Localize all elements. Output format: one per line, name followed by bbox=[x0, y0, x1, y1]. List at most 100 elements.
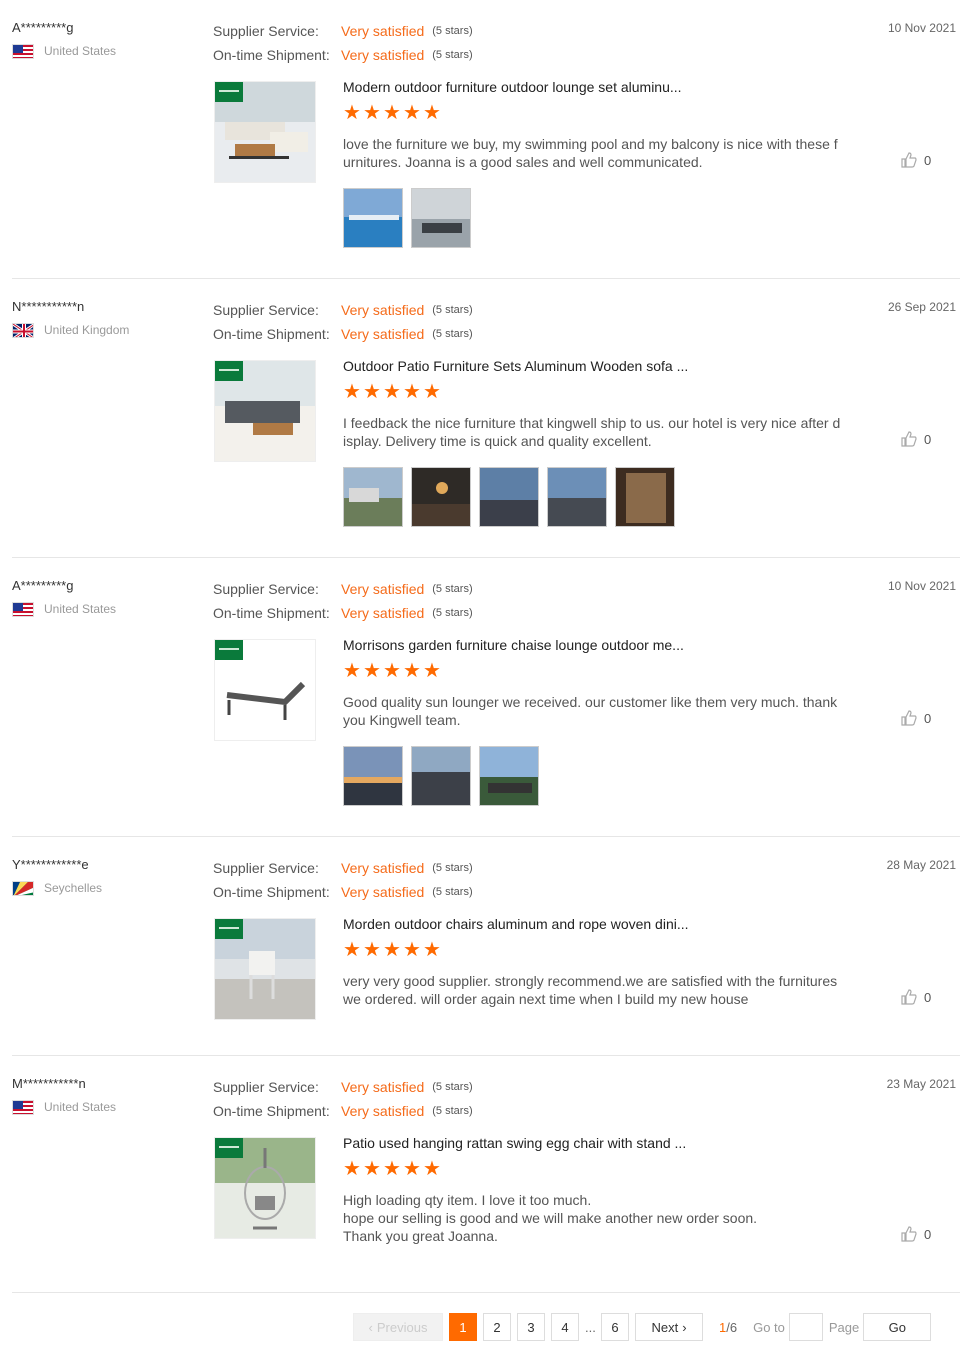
buyer-info: N***********n United Kingdom bbox=[12, 298, 192, 338]
like-count: 0 bbox=[924, 1226, 932, 1242]
star-rating: ★ ★ ★ ★ ★ bbox=[343, 1159, 843, 1181]
product-image[interactable] bbox=[214, 639, 316, 741]
buyer-country: United States bbox=[12, 1099, 192, 1115]
review-photo[interactable] bbox=[343, 188, 403, 248]
rating-value: Very satisfied bbox=[341, 1079, 425, 1095]
review-photo[interactable] bbox=[411, 467, 471, 527]
review-content: Morrisons garden furniture chaise lounge… bbox=[343, 635, 843, 729]
product-title[interactable]: Outdoor Patio Furniture Sets Aluminum Wo… bbox=[343, 356, 843, 376]
review-photo[interactable] bbox=[343, 467, 403, 527]
review-card: N***********n United Kingdom Supplier Se… bbox=[12, 298, 960, 558]
review-content: Outdoor Patio Furniture Sets Aluminum Wo… bbox=[343, 356, 843, 450]
star-icon: ★ bbox=[363, 939, 381, 961]
review-photo[interactable] bbox=[479, 746, 539, 806]
rating-label: Supplier Service: bbox=[213, 1079, 319, 1095]
product-image[interactable] bbox=[214, 360, 316, 462]
buyer-name: A*********g bbox=[12, 578, 74, 593]
review-date: 10 Nov 2021 bbox=[887, 579, 956, 593]
star-icon: ★ bbox=[363, 381, 381, 403]
ratings: Supplier Service: Very satisfied (5 star… bbox=[213, 298, 473, 346]
brand-logo bbox=[215, 1138, 243, 1158]
goto-page-input[interactable] bbox=[788, 1313, 823, 1341]
like-button[interactable]: 0 bbox=[900, 151, 931, 169]
ratings: Supplier Service: Very satisfied (5 star… bbox=[213, 19, 473, 67]
page-button-4[interactable]: 4 bbox=[551, 1313, 579, 1341]
us-flag-icon bbox=[12, 1099, 34, 1115]
product-image[interactable] bbox=[214, 81, 316, 183]
star-icon: ★ bbox=[403, 1158, 421, 1180]
product-image[interactable] bbox=[214, 1137, 316, 1239]
product-title[interactable]: Morrisons garden furniture chaise lounge… bbox=[343, 635, 843, 655]
thumbs-up-icon[interactable] bbox=[900, 151, 918, 169]
review-photo[interactable] bbox=[411, 188, 471, 248]
thumbs-up-icon[interactable] bbox=[900, 1225, 918, 1243]
country-name: Seychelles bbox=[44, 881, 103, 895]
next-label: Next bbox=[651, 1319, 679, 1335]
star-icon: ★ bbox=[403, 660, 421, 682]
thumbs-up-icon[interactable] bbox=[900, 709, 918, 727]
review-photo[interactable] bbox=[343, 746, 403, 806]
ratings: Supplier Service: Very satisfied (5 star… bbox=[213, 577, 473, 625]
page-button-3[interactable]: 3 bbox=[517, 1313, 545, 1341]
thumbs-up-icon[interactable] bbox=[900, 430, 918, 448]
rating-value: Very satisfied bbox=[341, 23, 425, 39]
rating-label: On-time Shipment: bbox=[213, 605, 330, 621]
review-photos bbox=[343, 188, 479, 248]
rating-label: Supplier Service: bbox=[213, 860, 319, 876]
star-rating: ★ ★ ★ ★ ★ bbox=[343, 940, 843, 962]
review-photo[interactable] bbox=[547, 467, 607, 527]
rating-stars-text: (5 stars) bbox=[432, 25, 473, 37]
review-comment: Good quality sun lounger we received. ou… bbox=[343, 694, 838, 728]
supplier-service-rating: Supplier Service: Very satisfied (5 star… bbox=[213, 856, 473, 880]
review-comment: love the furniture we buy, my swimming p… bbox=[343, 136, 838, 170]
like-button[interactable]: 0 bbox=[900, 430, 931, 448]
thumbs-up-icon[interactable] bbox=[900, 988, 918, 1006]
like-button[interactable]: 0 bbox=[900, 1225, 931, 1243]
previous-label: Previous bbox=[376, 1319, 428, 1335]
star-icon: ★ bbox=[403, 381, 421, 403]
buyer-name: Y************e bbox=[12, 857, 89, 872]
star-icon: ★ bbox=[343, 102, 361, 124]
star-icon: ★ bbox=[363, 102, 381, 124]
rating-label: On-time Shipment: bbox=[213, 884, 330, 900]
review-date: 10 Nov 2021 bbox=[887, 21, 956, 35]
review-card: A*********g United States Supplier Servi… bbox=[12, 19, 960, 279]
review-photo[interactable] bbox=[411, 746, 471, 806]
review-content: Modern outdoor furniture outdoor lounge … bbox=[343, 77, 843, 171]
star-icon: ★ bbox=[383, 660, 401, 682]
comment-line: High loading qty item. I love it too muc… bbox=[343, 1192, 592, 1208]
product-title[interactable]: Patio used hanging rattan swing egg chai… bbox=[343, 1133, 843, 1153]
star-icon: ★ bbox=[383, 381, 401, 403]
review-card: Y************e Seychelles Supplier Servi… bbox=[12, 856, 960, 1056]
next-page-button[interactable]: Next › bbox=[635, 1313, 703, 1341]
review-date: 28 May 2021 bbox=[886, 858, 956, 872]
product-image[interactable] bbox=[214, 918, 316, 1020]
product-title[interactable]: Modern outdoor furniture outdoor lounge … bbox=[343, 77, 843, 97]
star-icon: ★ bbox=[363, 660, 381, 682]
review-photo[interactable] bbox=[615, 467, 675, 527]
like-count: 0 bbox=[924, 431, 932, 447]
rating-label: On-time Shipment: bbox=[213, 47, 330, 63]
product-title[interactable]: Morden outdoor chairs aluminum and rope … bbox=[343, 914, 843, 934]
star-icon: ★ bbox=[343, 1158, 361, 1180]
star-icon: ★ bbox=[423, 1158, 441, 1180]
page-indicator: 1/6 bbox=[719, 1320, 737, 1335]
star-icon: ★ bbox=[343, 660, 361, 682]
page-button-6[interactable]: 6 bbox=[601, 1313, 629, 1341]
like-button[interactable]: 0 bbox=[900, 709, 931, 727]
star-icon: ★ bbox=[423, 660, 441, 682]
buyer-country: United States bbox=[12, 43, 192, 59]
review-date: 23 May 2021 bbox=[886, 1077, 956, 1091]
rating-value: Very satisfied bbox=[341, 884, 425, 900]
previous-page-button[interactable]: ‹ Previous bbox=[353, 1313, 443, 1341]
go-button[interactable]: Go bbox=[863, 1313, 932, 1341]
page-button-1[interactable]: 1 bbox=[449, 1313, 477, 1341]
like-count: 0 bbox=[924, 989, 932, 1005]
page-button-2[interactable]: 2 bbox=[483, 1313, 511, 1341]
like-button[interactable]: 0 bbox=[900, 988, 931, 1006]
like-count: 0 bbox=[924, 710, 932, 726]
page-label: Page bbox=[828, 1319, 860, 1335]
comment-line: Thank you great Joanna. bbox=[343, 1228, 498, 1244]
review-photo[interactable] bbox=[479, 467, 539, 527]
shipment-rating: On-time Shipment: Very satisfied (5 star… bbox=[213, 322, 473, 346]
